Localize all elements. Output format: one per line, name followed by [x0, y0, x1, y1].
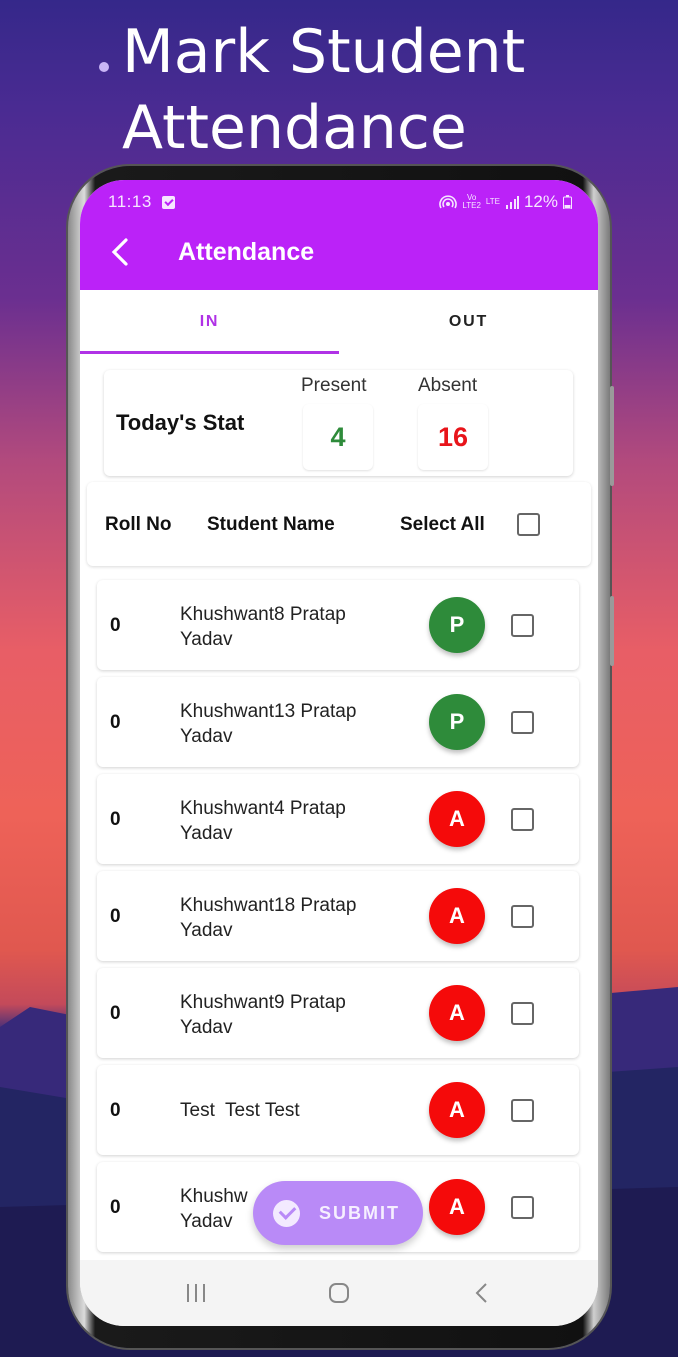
student-name-line1: Khushwant8 Pratap	[180, 604, 346, 625]
promo-title-line2: Attendance	[122, 93, 467, 163]
stat-title: Today's Stat	[116, 410, 245, 435]
student-checkbox[interactable]	[511, 808, 534, 831]
status-badge-present[interactable]: P	[429, 694, 485, 750]
status-badge-absent[interactable]: A	[429, 985, 485, 1041]
roll-number: 0	[110, 615, 121, 636]
student-name: Khushwant9 Pratap Yadav	[180, 990, 410, 1040]
decorative-dot	[99, 62, 109, 72]
volte-icon: Vo LTE2	[462, 193, 481, 210]
status-badge-absent[interactable]: A	[429, 888, 485, 944]
page-title: Attendance	[178, 238, 315, 266]
header-select-all: Select All	[400, 514, 485, 535]
roll-number: 0	[110, 1197, 121, 1218]
header-student-name: Student Name	[207, 514, 335, 535]
lte-icon: LTE	[485, 197, 500, 206]
battery-percent: 12%	[523, 192, 558, 211]
status-time: 11:13	[108, 192, 152, 211]
student-name-line2: Yadav	[180, 1017, 233, 1038]
status-badge-absent[interactable]: A	[429, 1179, 485, 1235]
tab-out[interactable]: OUT	[339, 290, 598, 354]
signal-icon	[505, 196, 519, 209]
roll-number: 0	[110, 712, 121, 733]
battery-charging-icon	[563, 195, 572, 209]
tab-bar: IN OUT	[80, 290, 598, 354]
absent-count: 16	[418, 404, 488, 470]
home-icon[interactable]	[326, 1278, 352, 1308]
student-row: 0 Khushwant4 Pratap Yadav A	[97, 774, 579, 864]
status-badge-present[interactable]: P	[429, 597, 485, 653]
student-checkbox[interactable]	[511, 1196, 534, 1219]
check-circle-icon	[273, 1199, 300, 1227]
tab-indicator	[80, 351, 339, 354]
table-header: Roll No Student Name Select All	[87, 482, 591, 566]
status-bar: 11:13 Vo LTE2 LTE 12%	[108, 191, 572, 213]
student-row: 0 Khushwant13 Pratap Yadav P	[97, 677, 579, 767]
roll-number: 0	[110, 1003, 121, 1024]
student-checkbox[interactable]	[511, 1002, 534, 1025]
submit-button[interactable]: SUBMIT	[253, 1181, 423, 1245]
student-name: Test Test Test	[180, 1098, 410, 1123]
system-nav-bar	[80, 1260, 598, 1326]
tab-in[interactable]: IN	[80, 290, 339, 354]
student-name: Khushwant4 Pratap Yadav	[180, 796, 410, 846]
volume-button	[610, 386, 614, 486]
student-row: 0 Test Test Test A	[97, 1065, 579, 1155]
recent-apps-icon[interactable]	[184, 1278, 208, 1308]
student-name-line1: Test Test Test	[180, 1100, 300, 1121]
student-row: 0 Khushwant8 Pratap Yadav P	[97, 580, 579, 670]
notification-icon	[161, 195, 175, 209]
student-name: Khushwant18 Pratap Yadav	[180, 893, 410, 943]
student-name-line1: Khushwant4 Pratap	[180, 798, 346, 819]
present-label: Present	[301, 375, 367, 396]
present-count: 4	[303, 404, 373, 470]
phone-screen: 11:13 Vo LTE2 LTE 12% Attendance IN OUT …	[80, 180, 598, 1326]
student-name-line2: Yadav	[180, 920, 233, 941]
student-checkbox[interactable]	[511, 905, 534, 928]
power-button	[610, 596, 614, 666]
absent-label: Absent	[418, 375, 478, 396]
hotspot-icon	[439, 195, 458, 209]
student-row: 0 Khushwant18 Pratap Yadav A	[97, 871, 579, 961]
student-name-line2: Yadav	[180, 726, 233, 747]
student-checkbox[interactable]	[511, 614, 534, 637]
student-checkbox[interactable]	[511, 711, 534, 734]
status-icons: Vo LTE2 LTE 12%	[439, 192, 572, 212]
back-arrow-icon[interactable]	[108, 236, 132, 268]
roll-number: 0	[110, 906, 121, 927]
header-roll-no: Roll No	[105, 514, 172, 535]
student-name: Khushwant8 Pratap Yadav	[180, 602, 410, 652]
student-name-line2: Yadav	[180, 823, 233, 844]
status-badge-absent[interactable]: A	[429, 791, 485, 847]
student-name-line1: Khushwant18 Pratap	[180, 895, 357, 916]
roll-number: 0	[110, 809, 121, 830]
select-all-checkbox[interactable]	[517, 513, 540, 536]
student-name-line2: Yadav	[180, 629, 233, 650]
todays-stat-card: Today's Stat Present Absent 4 16	[104, 370, 573, 476]
status-badge-absent[interactable]: A	[429, 1082, 485, 1138]
student-row: 0 Khushwant9 Pratap Yadav A	[97, 968, 579, 1058]
roll-number: 0	[110, 1100, 121, 1121]
promo-title: Mark Student Attendance	[122, 14, 525, 166]
submit-label: SUBMIT	[319, 1202, 400, 1223]
student-checkbox[interactable]	[511, 1099, 534, 1122]
nav-back-icon[interactable]	[472, 1278, 492, 1308]
student-name-line1: Khushwant13 Pratap	[180, 701, 357, 722]
promo-title-line1: Mark Student	[122, 17, 526, 87]
student-name: Khushwant13 Pratap Yadav	[180, 699, 410, 749]
student-name-line1: Khushwant9 Pratap	[180, 992, 346, 1013]
app-bar: 11:13 Vo LTE2 LTE 12% Attendance	[80, 180, 598, 290]
